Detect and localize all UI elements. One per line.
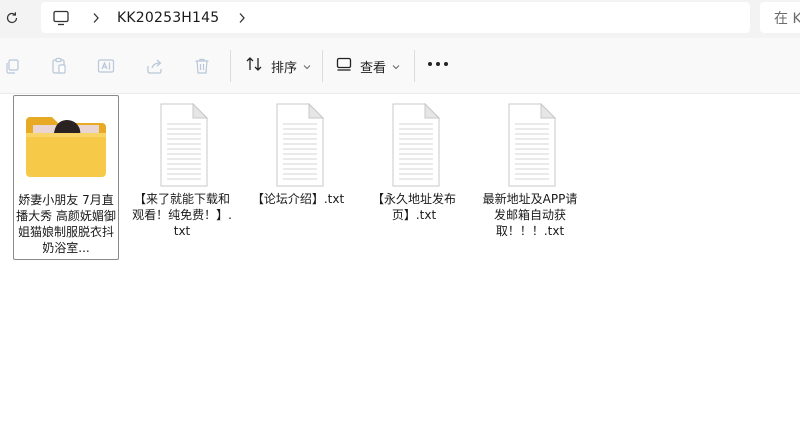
rename-icon[interactable] xyxy=(96,56,116,76)
command-toolbar: 排序 查看 xyxy=(0,38,800,94)
computer-icon[interactable] xyxy=(51,8,71,28)
paste-icon[interactable] xyxy=(49,56,69,76)
folder-icon xyxy=(23,103,109,189)
chevron-right-icon[interactable] xyxy=(87,8,105,28)
view-label: 查看 xyxy=(360,60,387,76)
chevron-down-icon xyxy=(392,59,400,74)
file-item-txt[interactable]: 【永久地址发布页】.txt xyxy=(361,95,467,260)
chevron-right-icon[interactable] xyxy=(233,8,251,28)
address-box[interactable]: KK20253H145 xyxy=(41,2,750,33)
sort-icon xyxy=(245,56,263,76)
more-options-icon[interactable] xyxy=(428,62,448,66)
toolbar-divider xyxy=(230,50,231,82)
view-icon xyxy=(336,57,352,75)
file-item-txt[interactable]: 【来了就能下载和观看！纯免费！】.txt xyxy=(129,95,235,260)
file-item-txt[interactable]: 【论坛介绍】.txt xyxy=(245,95,351,260)
breadcrumb-folder[interactable]: KK20253H145 xyxy=(117,10,219,26)
file-item-folder[interactable]: 娇妻小朋友 7月直播大秀 高颜妩媚御姐猫娘制服脱衣抖奶浴室... xyxy=(13,95,119,260)
chevron-down-icon xyxy=(303,59,311,74)
file-item-txt[interactable]: 最新地址及APP请发邮箱自动获取！！！.txt xyxy=(477,95,583,260)
file-name: 【来了就能下载和观看！纯免费！】.txt xyxy=(132,192,232,238)
toolbar-divider xyxy=(322,50,323,82)
search-input[interactable]: 在 KK20253H145 中搜索 xyxy=(760,2,800,33)
file-name: 【论坛介绍】.txt xyxy=(251,192,345,206)
file-name: 【永久地址发布页】.txt xyxy=(371,192,456,222)
view-button[interactable]: 查看 xyxy=(336,52,400,80)
sort-label: 排序 xyxy=(271,60,298,76)
share-icon[interactable] xyxy=(145,56,165,76)
text-file-icon xyxy=(139,102,225,188)
file-name: 最新地址及APP请发邮箱自动获取！！！.txt xyxy=(482,192,578,238)
sort-button[interactable]: 排序 xyxy=(245,52,311,80)
file-view: 娇妻小朋友 7月直播大秀 高颜妩媚御姐猫娘制服脱衣抖奶浴室... 【来了就能下载… xyxy=(0,95,800,447)
text-file-icon xyxy=(487,102,573,188)
text-file-icon xyxy=(255,102,341,188)
refresh-icon[interactable] xyxy=(2,8,22,28)
delete-icon[interactable] xyxy=(192,56,212,76)
text-file-icon xyxy=(371,102,457,188)
toolbar-divider xyxy=(414,50,415,82)
address-bar-row: KK20253H145 在 KK20253H145 中搜索 xyxy=(0,0,800,38)
file-name: 娇妻小朋友 7月直播大秀 高颜妩媚御姐猫娘制服脱衣抖奶浴室... xyxy=(16,193,116,255)
copy-icon[interactable] xyxy=(2,56,22,76)
